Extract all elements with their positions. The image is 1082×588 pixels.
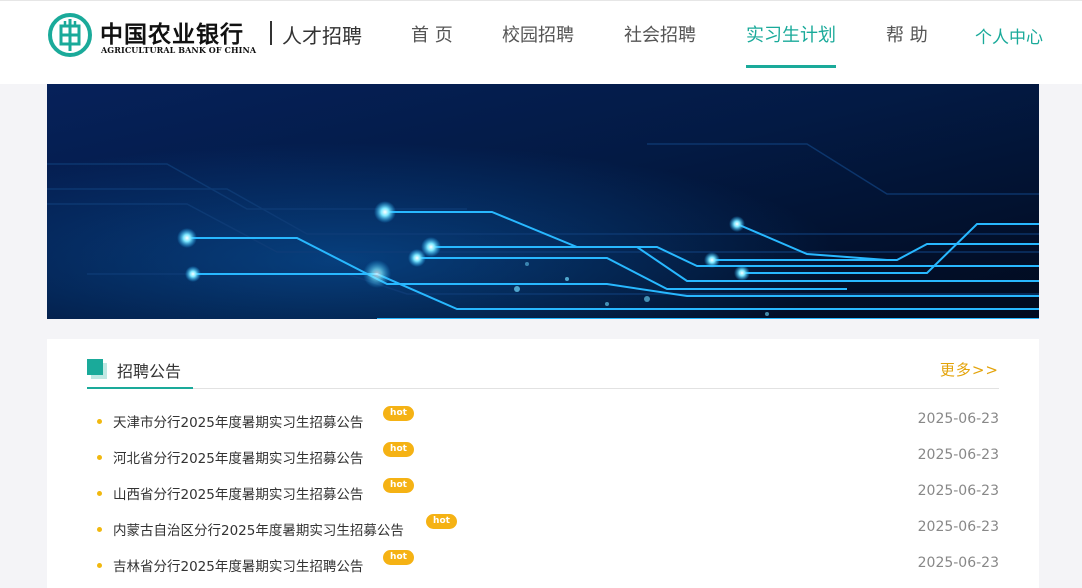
section-header: 招聘公告 更多>> — [87, 339, 999, 389]
logo-english-name: AGRICULTURAL BANK OF CHINA — [101, 45, 257, 55]
hero-banner — [47, 84, 1039, 319]
bullet-icon — [97, 455, 102, 460]
section-title: 招聘公告 — [117, 362, 182, 381]
bullet-icon — [97, 563, 102, 568]
circuit-banner-image — [47, 84, 1039, 319]
nav-help[interactable]: 帮 助 — [886, 21, 928, 47]
notice-title[interactable]: 吉林省分行2025年度暑期实习生招聘公告 — [113, 555, 363, 575]
notice-date: 2025-06-23 — [917, 555, 999, 571]
bullet-icon — [97, 527, 102, 532]
notice-title[interactable]: 山西省分行2025年度暑期实习生招募公告 — [113, 483, 363, 503]
abc-emblem-icon — [48, 13, 92, 57]
logo-divider — [270, 21, 272, 45]
more-link[interactable]: 更多>> — [940, 359, 999, 380]
list-item[interactable]: 山西省分行2025年度暑期实习生招募公告 hot 2025-06-23 — [87, 478, 999, 514]
list-item[interactable]: 天津市分行2025年度暑期实习生招募公告 hot 2025-06-23 — [87, 406, 999, 442]
list-item[interactable]: 河北省分行2025年度暑期实习生招募公告 hot 2025-06-23 — [87, 442, 999, 478]
title-square-icon — [87, 359, 103, 375]
recruitment-notices-panel: 招聘公告 更多>> 天津市分行2025年度暑期实习生招募公告 hot 2025-… — [47, 339, 1039, 588]
bullet-icon — [97, 419, 102, 424]
nav-user-center[interactable]: 个人中心 — [975, 23, 1043, 48]
notice-date: 2025-06-23 — [917, 447, 999, 463]
hot-badge: hot — [383, 550, 414, 565]
notice-list: 天津市分行2025年度暑期实习生招募公告 hot 2025-06-23 河北省分… — [87, 406, 999, 586]
nav-active-indicator — [746, 65, 836, 68]
nav-campus-recruitment[interactable]: 校园招聘 — [502, 21, 574, 47]
hot-badge: hot — [383, 478, 414, 493]
abc-logo[interactable]: 中国农业银行 AGRICULTURAL BANK OF CHINA 人才招聘 — [48, 13, 378, 59]
hot-badge: hot — [383, 406, 414, 421]
list-item[interactable]: 吉林省分行2025年度暑期实习生招聘公告 hot 2025-06-23 — [87, 550, 999, 586]
notice-date: 2025-06-23 — [917, 411, 999, 427]
nav-social-recruitment[interactable]: 社会招聘 — [624, 21, 696, 47]
nav-intern-program[interactable]: 实习生计划 — [746, 21, 836, 47]
logo-subtitle: 人才招聘 — [282, 24, 362, 48]
nav-home[interactable]: 首 页 — [411, 21, 453, 47]
hot-badge: hot — [426, 514, 457, 529]
site-header: 中国农业银行 AGRICULTURAL BANK OF CHINA 人才招聘 首… — [0, 0, 1082, 84]
logo-chinese-name: 中国农业银行 — [100, 21, 244, 48]
notice-title[interactable]: 天津市分行2025年度暑期实习生招募公告 — [113, 411, 363, 431]
section-title-tab: 招聘公告 — [87, 339, 194, 389]
bullet-icon — [97, 491, 102, 496]
hot-badge: hot — [383, 442, 414, 457]
notice-date: 2025-06-23 — [917, 519, 999, 535]
notice-title[interactable]: 内蒙古自治区分行2025年度暑期实习生招募公告 — [113, 519, 404, 539]
list-item[interactable]: 内蒙古自治区分行2025年度暑期实习生招募公告 hot 2025-06-23 — [87, 514, 999, 550]
notice-title[interactable]: 河北省分行2025年度暑期实习生招募公告 — [113, 447, 363, 467]
notice-date: 2025-06-23 — [917, 483, 999, 499]
